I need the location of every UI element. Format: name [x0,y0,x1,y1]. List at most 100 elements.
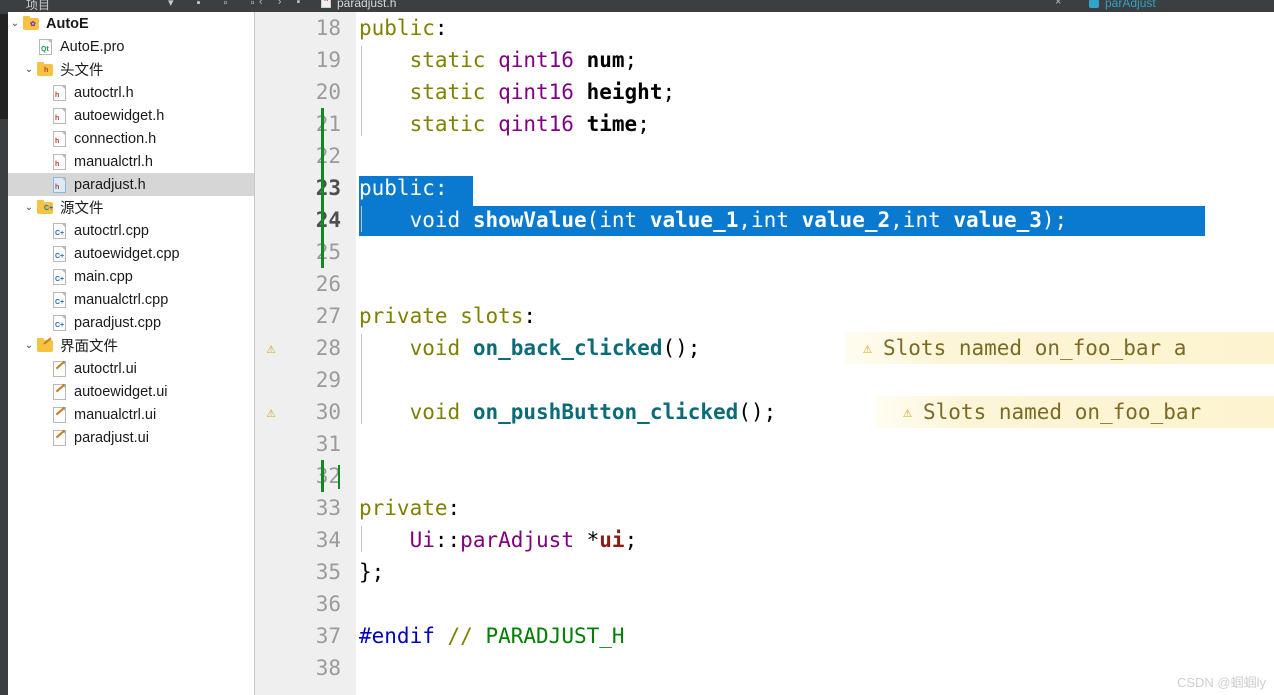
line-number: 38 [315,656,341,680]
line-number: 18 [315,16,341,40]
indent-guide-3 [361,526,362,552]
h-file-icon [321,0,331,8]
change-marker-0 [321,108,324,268]
tree-item-头文件[interactable]: ⌄ h 头文件 [8,58,255,81]
line-number: 36 [315,592,341,616]
file-h-icon: h [50,130,69,147]
tree-item-AutoE.pro[interactable]: Qt AutoE.pro [8,35,255,58]
code-line-36[interactable]: 36 [255,588,1274,620]
qt-creator-window: 项目 ▾ ▪ ▫ ▫ ‹ › ▪ paradjust.h × parAdjust… [0,0,1274,695]
tree-item-paradjust.h[interactable]: h paradjust.h [8,173,255,196]
chevron-down-icon[interactable]: ⌄ [8,18,22,29]
tree-item-main.cpp[interactable]: C+ main.cpp [8,265,255,288]
line-number: 27 [315,304,341,328]
tree-item-paradjust.ui[interactable]: paradjust.ui [8,426,255,449]
tree-item-label: 界面文件 [60,339,118,355]
tree-item-manualctrl.h[interactable]: h manualctrl.h [8,150,255,173]
file-ui-icon [50,383,69,400]
tree-item-manualctrl.cpp[interactable]: C+ manualctrl.cpp [8,288,255,311]
rail-active-segment [0,14,8,119]
folder-headers-icon: h [36,61,55,78]
line-number: 32 [315,464,341,488]
code-area[interactable]: 18 public: 19 static qint16 num; 20 static … [255,12,1274,695]
line-number: 33 [315,496,341,520]
code-line-28[interactable]: ⚠ 28 void on_back_clicked(); [255,332,1274,364]
chevron-down-icon[interactable]: ⌄ [22,340,36,351]
close-icon[interactable]: × [1055,0,1061,8]
project-panel-title: 项目 [26,0,51,12]
code-line-22[interactable]: 22 [255,140,1274,172]
tab-paradjust-h[interactable]: paradjust.h [337,0,396,10]
project-tree-panel[interactable]: ⌄ ✿ AutoE Qt AutoE.pro ⌄ h 头文件 h autoctrl.h h autoe… [8,12,255,695]
code-line-30[interactable]: ⚠ 30 void on_pushButton_clicked(); [255,396,1274,428]
code-line-32[interactable]: 32 [255,460,1274,492]
panel-toolbar-icons[interactable]: ▾ ▪ ▫ ▫ [168,0,264,9]
file-h-icon: h [50,107,69,124]
tree-item-autoewidget.cpp[interactable]: C+ autoewidget.cpp [8,242,255,265]
tree-item-label: manualctrl.ui [74,406,157,423]
line-number: 28 [315,336,341,360]
code-editor[interactable]: 18 public: 19 static qint16 num; 20 static … [255,12,1274,695]
code-line-35[interactable]: 35}; [255,556,1274,588]
tree-item-label: 头文件 [60,63,104,79]
symbol-selector[interactable]: parAdjust [1105,0,1156,10]
tree-item-manualctrl.ui[interactable]: manualctrl.ui [8,403,255,426]
tree-item-autoctrl.ui[interactable]: autoctrl.ui [8,357,255,380]
tree-item-label: paradjust.h [74,176,146,193]
code-line-31[interactable]: 31 [255,428,1274,460]
code-line-27[interactable]: 27 private slots: [255,300,1274,332]
tree-item-autoctrl.h[interactable]: h autoctrl.h [8,81,255,104]
code-line-34[interactable]: 34 Ui::parAdjust *ui; [255,524,1274,556]
line-number: 25 [315,240,341,264]
tree-item-label: autoewidget.cpp [74,245,180,262]
code-text: static qint16 height; [409,80,676,104]
code-line-33[interactable]: 33 private: [255,492,1274,524]
code-line-25[interactable]: 25 [255,236,1274,268]
text-caret [338,465,340,489]
code-text: Ui::parAdjust *ui; [409,528,638,552]
tree-item-paradjust.cpp[interactable]: C+ paradjust.cpp [8,311,255,334]
tree-item-label: autoewidget.ui [74,383,168,400]
tree-item-autoctrl.cpp[interactable]: C+ autoctrl.cpp [8,219,255,242]
editor-tab-bar[interactable]: ‹ › ▪ paradjust.h × parAdjust [255,0,1274,12]
activity-rail[interactable] [0,0,8,695]
line-number: 19 [315,48,341,72]
nav-arrows[interactable]: ‹ › ▪ [259,0,306,8]
file-h-icon: h [50,176,69,193]
line-number: 31 [315,432,341,456]
class-symbol-icon [1089,0,1099,8]
code-line-37[interactable]: 37 #endif // PARADJUST_H [255,620,1274,652]
code-line-18[interactable]: 18 public: [255,12,1274,44]
file-ui-icon [50,360,69,377]
file-ui-icon [50,429,69,446]
code-text: private slots: [359,304,537,328]
line-number: 22 [315,144,341,168]
tree-item-源文件[interactable]: ⌄ C+ 源文件 [8,196,255,219]
code-line-21[interactable]: 21 static qint16 time; [255,108,1274,140]
code-line-23[interactable]: 23 public: [255,172,1274,204]
file-cpp-icon: C+ [50,291,69,308]
tree-item-autoewidget.h[interactable]: h autoewidget.h [8,104,255,127]
code-line-19[interactable]: 19 static qint16 num; [255,44,1274,76]
code-line-20[interactable]: 20 static qint16 height; [255,76,1274,108]
code-text: private: [359,496,461,520]
tree-item-界面文件[interactable]: ⌄ 界面文件 [8,334,255,357]
line-number: 24 [315,208,341,232]
tree-item-label: paradjust.ui [74,429,149,446]
tree-item-connection.h[interactable]: h connection.h [8,127,255,150]
chevron-down-icon[interactable]: ⌄ [22,202,36,213]
file-h-icon: h [50,153,69,170]
tree-item-label: manualctrl.h [74,153,153,170]
code-text: void showValue(int value_1,int value_2,i… [409,208,1068,232]
indent-guide-0 [361,46,362,136]
tree-item-AutoE[interactable]: ⌄ ✿ AutoE [8,12,255,35]
change-marker-1 [321,460,324,492]
line-number: 30 [315,400,341,424]
tree-item-autoewidget.ui[interactable]: autoewidget.ui [8,380,255,403]
code-line-29[interactable]: 29 [255,364,1274,396]
code-line-26[interactable]: 26 [255,268,1274,300]
chevron-down-icon[interactable]: ⌄ [22,64,36,75]
code-line-38[interactable]: 38 [255,652,1274,684]
code-line-24[interactable]: 24 void showValue(int value_1,int value_… [255,204,1274,236]
file-pro-icon: Qt [36,38,55,55]
